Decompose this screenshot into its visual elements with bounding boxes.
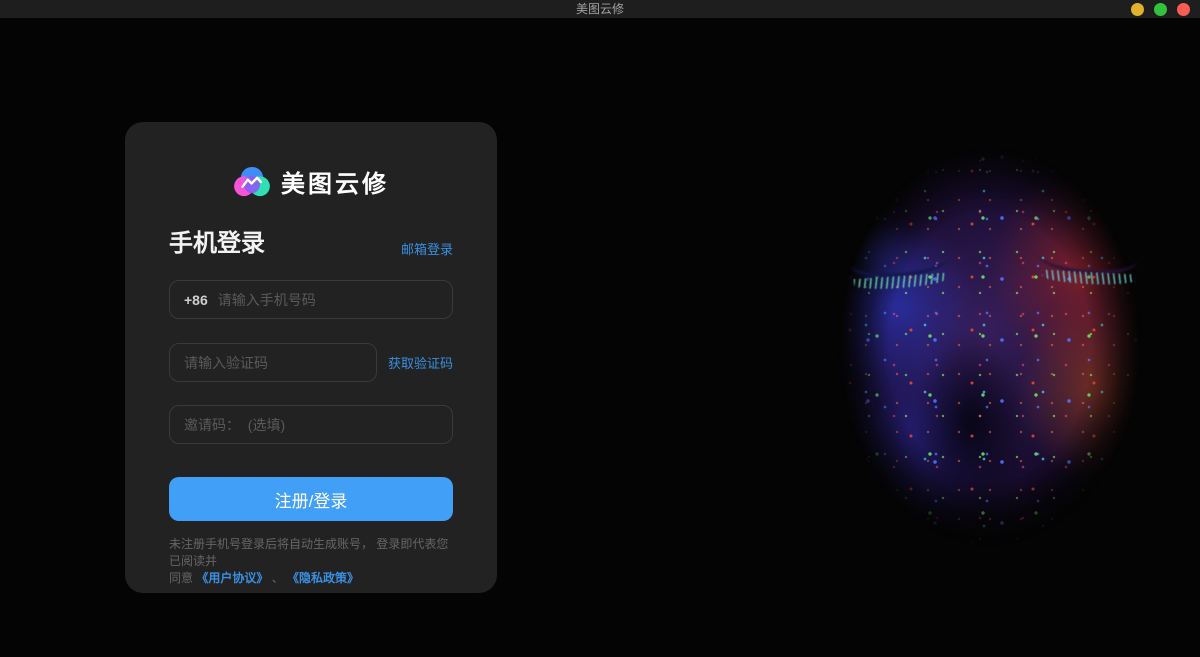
brand-row: 美图云修 bbox=[169, 164, 453, 199]
hero-image bbox=[760, 28, 1200, 608]
disclaimer-line1: 未注册手机号登录后将自动生成账号， 登录即代表您已阅读并 bbox=[169, 537, 448, 568]
disclaimer-separator: 、 bbox=[268, 571, 287, 585]
close-button[interactable] bbox=[1177, 3, 1190, 16]
brand-name: 美图云修 bbox=[281, 164, 389, 199]
login-mode-row: 手机登录 邮箱登录 bbox=[169, 223, 453, 258]
window-title: 美图云修 bbox=[576, 0, 624, 18]
invite-field[interactable] bbox=[169, 405, 453, 444]
country-code-selector[interactable]: +86 bbox=[184, 292, 208, 308]
window-controls bbox=[1131, 0, 1190, 18]
code-input[interactable] bbox=[184, 355, 362, 371]
privacy-policy-link[interactable]: 《隐私政策》 bbox=[287, 571, 359, 585]
get-code-link[interactable]: 获取验证码 bbox=[388, 353, 453, 372]
email-login-link[interactable]: 邮箱登录 bbox=[401, 239, 453, 258]
app-logo-cloud-icon bbox=[233, 166, 271, 198]
invite-input[interactable] bbox=[184, 417, 438, 433]
code-field[interactable] bbox=[169, 343, 377, 382]
login-card: 美图云修 手机登录 邮箱登录 +86 获取验证码 注册/登录 未注册手机号登录后… bbox=[125, 122, 497, 593]
uv-paint-speckles bbox=[760, 28, 1200, 608]
disclaimer-line2-prefix: 同意 bbox=[169, 571, 196, 585]
maximize-button[interactable] bbox=[1154, 3, 1167, 16]
window-titlebar: 美图云修 bbox=[0, 0, 1200, 18]
page-title: 手机登录 bbox=[169, 223, 265, 258]
register-login-button[interactable]: 注册/登录 bbox=[169, 477, 453, 521]
minimize-button[interactable] bbox=[1131, 3, 1144, 16]
user-agreement-link[interactable]: 《用户协议》 bbox=[196, 571, 268, 585]
phone-field[interactable]: +86 bbox=[169, 280, 453, 319]
verification-row: 获取验证码 bbox=[169, 343, 453, 382]
main-area: 美图云修 手机登录 邮箱登录 +86 获取验证码 注册/登录 未注册手机号登录后… bbox=[0, 18, 1200, 657]
disclaimer-text: 未注册手机号登录后将自动生成账号， 登录即代表您已阅读并 同意 《用户协议》 、… bbox=[169, 536, 453, 587]
phone-input[interactable] bbox=[218, 292, 438, 308]
